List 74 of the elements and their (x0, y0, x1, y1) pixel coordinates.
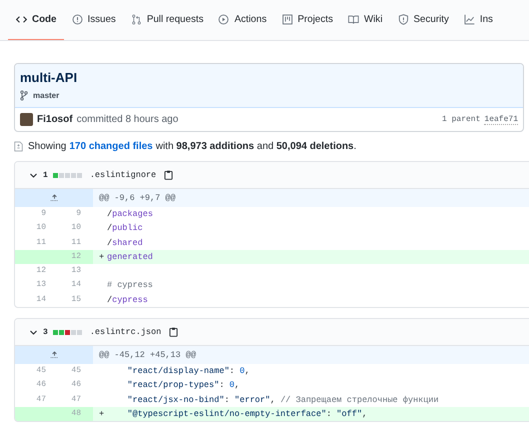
nav-tab[interactable]: Wiki (340, 0, 390, 40)
book-icon (348, 14, 359, 25)
file-name[interactable]: .eslintrc.json (90, 327, 162, 338)
commit-title: multi-API (20, 70, 78, 85)
line-number: 10 (70, 222, 82, 234)
line-number: 10 (35, 222, 47, 234)
pull-request-icon (130, 14, 142, 25)
clipboard-icon[interactable] (164, 170, 174, 180)
line-number: 11 (35, 236, 47, 249)
hunk-header: @@ -45,12 +45,13 @@ (93, 346, 529, 364)
code-text: generated (107, 250, 153, 264)
branch-name: master (33, 91, 60, 100)
branch-icon (20, 90, 28, 101)
nav-tab[interactable]: Code (8, 0, 64, 40)
diff-marker: + (99, 408, 104, 419)
line-number: 47 (35, 394, 47, 406)
code-text: /shared (107, 236, 143, 250)
code-text: /cypress (107, 294, 148, 307)
code-text: /packages (107, 208, 153, 221)
code-text: "react/jsx-no-bind": "error", // Запрещаем стрелочные функции (126, 394, 439, 407)
diff-file-icon (14, 141, 23, 152)
code-text: "react/prop-types": 0, (126, 379, 240, 392)
change-count: 1 (43, 170, 48, 180)
line-number: 45 (70, 365, 82, 378)
avatar-placeholder (20, 113, 33, 126)
diffstat-bar (52, 172, 82, 178)
parent-label: 1 parent (442, 115, 480, 124)
line-number: 48 (70, 408, 82, 420)
line-number: 46 (35, 379, 47, 392)
diffstat-bar (52, 330, 82, 335)
code-text: "react/display-name": 0, (126, 365, 250, 378)
diff-marker: + (99, 252, 104, 262)
nav-tab[interactable]: Pull requests (122, 0, 210, 40)
changed-files-link[interactable]: 170 changed files (69, 141, 153, 152)
summary-text: with 98,973 additions and 50,094 deletions. (156, 141, 356, 152)
code-text: /public (107, 222, 143, 236)
nav-tab[interactable]: Projects (274, 0, 340, 40)
file-name[interactable]: .eslintignore (90, 170, 156, 180)
line-number: 12 (35, 265, 47, 278)
graph-icon (464, 14, 475, 25)
line-number: 46 (70, 379, 82, 392)
play-icon (218, 14, 230, 25)
author-link[interactable]: Fi1osof (37, 114, 73, 125)
parent-sha-link[interactable]: 1eafe71 (484, 114, 518, 124)
chevron-icon[interactable] (29, 328, 38, 337)
line-number: 9 (40, 208, 47, 220)
nav-tab[interactable]: Actions (210, 0, 274, 40)
nav-tab[interactable]: Issues (64, 0, 123, 40)
line-number: 45 (35, 365, 47, 378)
line-number: 11 (70, 236, 82, 249)
code-text: # cypress (107, 279, 153, 292)
nav-tab[interactable]: Ins (456, 0, 500, 40)
nav-tab[interactable]: Security (390, 0, 456, 40)
line-number: 15 (70, 294, 82, 306)
expand-up-icon[interactable] (50, 194, 58, 202)
circle-dot-icon (72, 14, 82, 25)
line-number: 14 (70, 279, 82, 292)
summary-label: Showing (28, 141, 66, 152)
line-number: 14 (35, 294, 47, 306)
line-number: 47 (70, 394, 82, 406)
change-count: 3 (43, 328, 48, 337)
chevron-icon[interactable] (29, 170, 38, 180)
line-number: 13 (70, 265, 82, 278)
hunk-header: @@ -9,6 +9,7 @@ (93, 189, 529, 207)
board-icon (282, 14, 293, 25)
clipboard-icon[interactable] (169, 327, 178, 338)
commit-time: committed 8 hours ago (76, 114, 178, 125)
shield-icon (398, 14, 408, 25)
expand-up-icon[interactable] (50, 351, 58, 360)
line-number: 13 (35, 279, 47, 292)
code-icon (16, 14, 27, 25)
line-number: 12 (70, 250, 82, 263)
line-number: 9 (75, 208, 82, 220)
code-text: "@typescript-eslint/no-empty-interface": "off", (126, 408, 368, 421)
